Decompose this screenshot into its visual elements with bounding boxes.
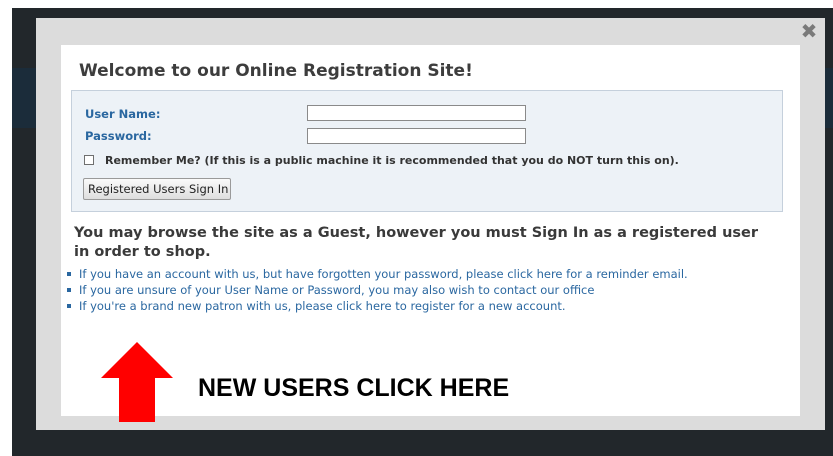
guest-message: You may browse the site as a Guest, howe… <box>74 225 759 260</box>
forgot-password-link[interactable]: If you have an account with us, but have… <box>79 267 688 281</box>
password-label: Password: <box>85 129 152 143</box>
remember-me-label: Remember Me? (If this is a public machin… <box>105 153 679 167</box>
login-form: User Name: Password: Remember Me? (If th… <box>71 90 783 212</box>
red-up-arrow-icon <box>101 342 173 422</box>
modal-title: Welcome to our Online Registration Site! <box>79 61 473 81</box>
username-input[interactable] <box>307 105 526 121</box>
contact-office-link[interactable]: If you are unsure of your User Name or P… <box>79 283 594 297</box>
username-label: User Name: <box>85 107 161 121</box>
close-icon[interactable]: ✖ <box>799 20 819 42</box>
help-links: If you have an account with us, but have… <box>67 267 787 315</box>
password-input[interactable] <box>307 128 526 144</box>
bullet-icon <box>67 288 71 292</box>
list-item: If you have an account with us, but have… <box>67 267 787 281</box>
remember-me-row: Remember Me? (If this is a public machin… <box>84 152 679 168</box>
list-item: If you're a brand new patron with us, pl… <box>67 299 787 313</box>
bullet-icon <box>67 304 71 308</box>
list-item: If you are unsure of your User Name or P… <box>67 283 787 297</box>
sign-in-button[interactable]: Registered Users Sign In <box>83 178 231 200</box>
new-users-callout: NEW USERS CLICK HERE <box>198 374 510 402</box>
bullet-icon <box>67 272 71 276</box>
register-new-account-link[interactable]: If you're a brand new patron with us, pl… <box>79 299 566 313</box>
remember-me-checkbox[interactable] <box>84 155 94 165</box>
